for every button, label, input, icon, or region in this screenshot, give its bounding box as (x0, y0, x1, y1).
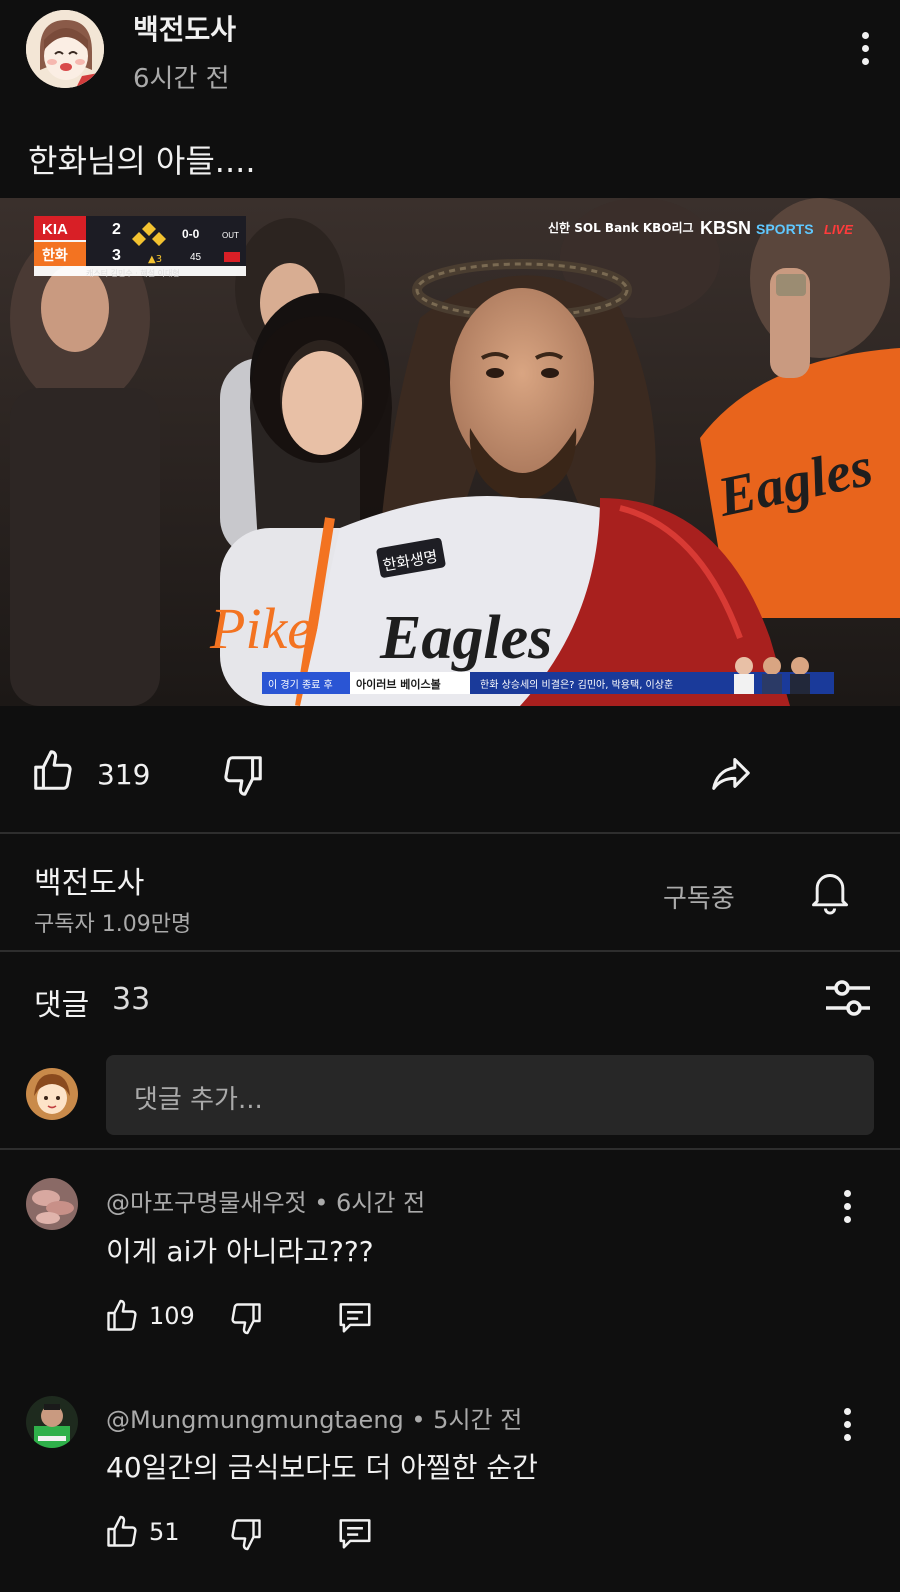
post-like-count: 319 (97, 758, 151, 791)
share-icon (712, 758, 750, 790)
comment-text: 이게 ai가 아니라고??? (106, 1235, 374, 1268)
post-text: 한화님의 아들.... (28, 142, 256, 180)
divider (0, 832, 900, 834)
comment-author-avatar[interactable] (26, 1396, 78, 1448)
reply-icon (339, 1303, 371, 1333)
current-user-avatar (26, 1068, 78, 1120)
comment-meta: @마포구명물새우젓 • 6시간 전 (106, 1189, 426, 1217)
divider (0, 950, 900, 952)
comments-label: 댓글 (34, 988, 90, 1023)
ticker-show: 아이러브 베이스볼 (356, 677, 441, 691)
comment-dislike-button[interactable] (228, 1300, 264, 1340)
add-comment-placeholder: 댓글 추가... (134, 1085, 263, 1115)
comment-author-avatar[interactable] (26, 1178, 78, 1230)
comment-like-count: 109 (149, 1302, 195, 1330)
add-comment-input[interactable]: 댓글 추가... (106, 1055, 874, 1135)
sort-filter-icon (826, 980, 870, 1016)
thumb-up-icon (107, 1299, 137, 1331)
post-author-name[interactable]: 백전도사 (133, 8, 236, 48)
subscribed-button[interactable]: 구독중 (663, 878, 735, 915)
ticker-tag: 이 경기 종료 후 (268, 678, 333, 691)
network-sports: SPORTS (756, 221, 814, 237)
broadcast-title: 신한 SOL Bank KBO리그 (548, 220, 694, 235)
live-badge: LIVE (824, 222, 853, 237)
comments-sort-button[interactable] (824, 978, 872, 1024)
network-name: KBSN (700, 218, 751, 238)
scoreboard-pitch: 45 (190, 252, 202, 263)
post-more-icon[interactable] (859, 32, 871, 65)
post-author-avatar[interactable] (26, 10, 104, 88)
scoreboard-count: 0-0 (182, 227, 200, 241)
post-dislike-button[interactable] (220, 752, 266, 802)
scoreboard-inning: ▲3 (148, 254, 162, 265)
scoreboard-team2: 한화 (42, 248, 68, 264)
comment-like-count: 51 (149, 1518, 180, 1546)
comment-text: 40일간의 금식보다도 더 아찔한 순간 (106, 1451, 538, 1484)
reply-icon (339, 1519, 371, 1549)
ticker-headline: 한화 상승세의 비결은? 김민아, 박용택, 이상훈 (480, 678, 673, 691)
thumb-up-icon (34, 750, 72, 790)
comment-more-icon[interactable] (841, 1408, 853, 1441)
bell-icon (812, 874, 848, 915)
notification-bell-button[interactable] (808, 868, 852, 920)
post-share-button[interactable] (708, 750, 754, 800)
thumb-down-icon (231, 1519, 261, 1551)
scoreboard-score1: 2 (112, 221, 121, 238)
comment-reply-button[interactable] (336, 1514, 374, 1556)
post-like-button[interactable] (30, 748, 76, 798)
comment-like-button[interactable] (104, 1298, 140, 1338)
scoreboard-team1: KIA (42, 221, 68, 238)
scoreboard-caster: 캐스터 김민수 · 해설 이대형 (86, 268, 180, 278)
scoreboard: KIA 2 한화 3 ▲3 0-0 OUT 45 캐스터 김민수 · 해설 이대… (34, 216, 246, 278)
main-jersey-text: Eagles (379, 604, 552, 672)
scoreboard-out: OUT (222, 231, 239, 240)
comment-dislike-button[interactable] (228, 1516, 264, 1556)
thumb-down-icon (224, 756, 262, 796)
comment-like-button[interactable] (104, 1514, 140, 1554)
comment-more-icon[interactable] (841, 1190, 853, 1223)
comment-reply-button[interactable] (336, 1298, 374, 1340)
thumb-down-icon (231, 1303, 261, 1335)
scoreboard-score2: 3 (112, 247, 121, 264)
comment-meta: @Mungmungmungtaeng • 5시간 전 (106, 1406, 523, 1434)
post-time: 6시간 전 (133, 64, 230, 94)
thumb-up-icon (107, 1515, 137, 1547)
channel-name[interactable]: 백전도사 (34, 858, 144, 902)
divider (0, 1148, 900, 1150)
comments-count: 33 (112, 982, 151, 1017)
left-jersey-text: Pike (209, 596, 313, 661)
post-image[interactable]: Eagles Pike 한화생명 Eagles KIA 2 한화 3 ▲3 0-… (0, 198, 900, 706)
channel-subscriber-count: 구독자 1.09만명 (34, 912, 192, 937)
